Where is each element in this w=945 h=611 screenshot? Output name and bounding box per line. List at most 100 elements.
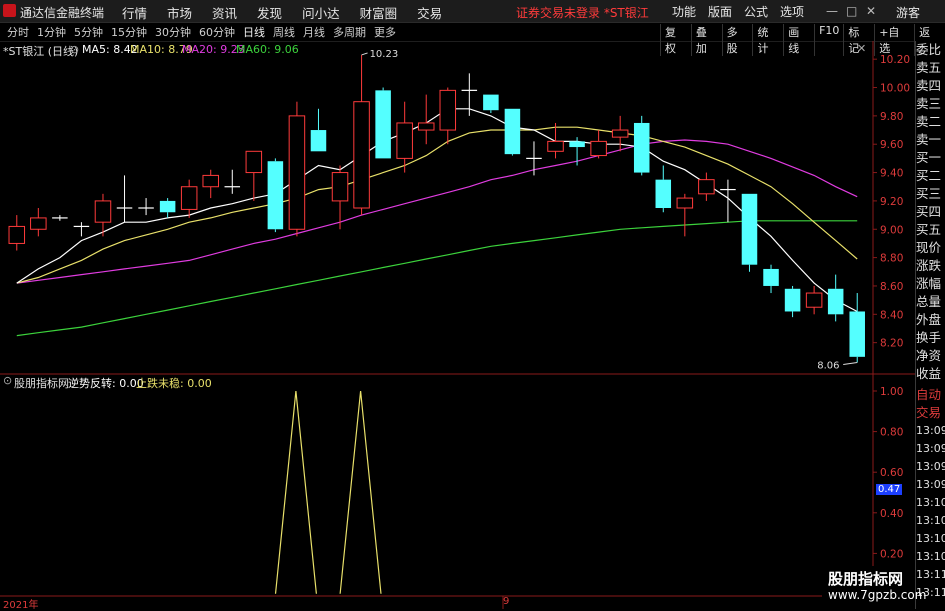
period-monthly[interactable]: 月线 <box>299 24 329 40</box>
period-5min[interactable]: 5分钟 <box>70 24 107 40</box>
indicator-spike <box>274 390 317 595</box>
quote-panel-item[interactable]: 卖四 <box>916 77 945 95</box>
menu-item-layout[interactable]: 版面 <box>702 3 738 20</box>
candle-up <box>805 292 823 308</box>
close-icon[interactable]: ✕ <box>866 4 876 18</box>
main-menu: 行情 市场 资讯 发现 问小达 财富圈 交易 <box>112 3 452 22</box>
candle-up <box>288 115 306 230</box>
quote-panel-item[interactable]: 涨幅 <box>916 275 945 293</box>
right-menu: 功能 版面 公式 选项 <box>666 3 810 20</box>
quote-panel-item[interactable]: 13:10 <box>916 512 945 530</box>
candle-up <box>30 217 47 230</box>
low-price-label: 8.06 <box>817 360 839 371</box>
sub-y-tick-label: 0.60 <box>880 467 903 479</box>
quote-panel-item[interactable]: 13:09 <box>916 476 945 494</box>
candle-down <box>267 161 284 230</box>
quote-panel-item[interactable]: 买二 <box>916 167 945 185</box>
high-price-label: 10.23 <box>370 49 399 60</box>
candle-down <box>159 200 176 213</box>
maximize-icon[interactable]: □ <box>846 4 857 18</box>
quote-panel-item[interactable]: 卖三 <box>916 95 945 113</box>
quote-panel-item[interactable]: 13:10 <box>916 548 945 566</box>
quote-panel-item[interactable]: 现价 <box>916 239 945 257</box>
y-tick-label: 9.00 <box>880 224 903 236</box>
candle-down <box>741 193 758 265</box>
y-tick-label: 8.40 <box>880 309 903 321</box>
quote-panel-item[interactable]: 外盘 <box>916 311 945 329</box>
ma60-line <box>16 220 858 337</box>
period-weekly[interactable]: 周线 <box>269 24 299 40</box>
y-tick-label: 10.00 <box>880 83 910 95</box>
quote-panel-item[interactable]: 买三 <box>916 185 945 203</box>
quote-panel-item[interactable]: 卖一 <box>916 131 945 149</box>
y-tick-label: 9.60 <box>880 139 903 151</box>
quote-panel-item[interactable]: 13:10 <box>916 494 945 512</box>
candle-up <box>611 129 629 138</box>
y-tick-label: 8.80 <box>880 253 903 265</box>
candle-up <box>417 122 435 131</box>
candle-up <box>676 197 694 209</box>
quote-panel-item[interactable]: 收益 <box>916 365 945 383</box>
quote-panel-item[interactable]: 交易 <box>916 404 945 422</box>
minimize-icon[interactable]: — <box>826 4 838 18</box>
period-15min[interactable]: 15分钟 <box>107 24 151 40</box>
quote-panel-item[interactable]: 卖二 <box>916 113 945 131</box>
title-bar: 通达信金融终端 行情 市场 资讯 发现 问小达 财富圈 交易 证券交易未登录 *… <box>0 0 945 23</box>
quote-panel-item[interactable]: 13:10 <box>916 530 945 548</box>
menu-item-ask[interactable]: 问小达 <box>292 3 350 22</box>
ma5-line <box>16 108 858 313</box>
quote-panel-item[interactable]: 卖五 <box>916 59 945 77</box>
candle-down <box>633 122 650 173</box>
menu-item-wealth-circle[interactable]: 财富圈 <box>350 3 408 22</box>
quote-panel-item[interactable]: 净资 <box>916 347 945 365</box>
period-toolbar: 分时 1分钟 5分钟 15分钟 30分钟 60分钟 日线 周线 月线 多周期 更… <box>0 23 945 56</box>
period-1min[interactable]: 1分钟 <box>33 24 70 40</box>
candle-up <box>698 179 715 195</box>
quote-panel-item[interactable]: 换手 <box>916 329 945 347</box>
quote-panel-item[interactable]: 13:09 <box>916 422 945 440</box>
menu-item-function[interactable]: 功能 <box>666 3 702 20</box>
menu-item-formula[interactable]: 公式 <box>738 3 774 20</box>
candle-down <box>827 288 844 315</box>
quote-panel-item[interactable]: 13:09 <box>916 440 945 458</box>
y-tick-label: 9.40 <box>880 168 903 180</box>
y-tick-label: 9.20 <box>880 196 903 208</box>
quote-panel-item[interactable]: 买五 <box>916 221 945 239</box>
candle-up <box>245 150 263 174</box>
quote-panel-item[interactable]: 委比 <box>916 41 945 59</box>
menu-item-discover[interactable]: 发现 <box>247 3 292 22</box>
candle-down <box>310 130 327 152</box>
indicator-spike <box>339 390 382 595</box>
candle-up <box>547 140 564 152</box>
quote-panel-item[interactable]: 自动 <box>916 386 945 404</box>
menu-item-trade[interactable]: 交易 <box>407 3 452 22</box>
candle-down <box>784 288 801 312</box>
menu-item-news[interactable]: 资讯 <box>202 3 247 22</box>
menu-item-market[interactable]: 市场 <box>157 3 202 22</box>
sub-y-tick-label: 1.00 <box>880 386 903 398</box>
quote-panel-item[interactable]: 买一 <box>916 149 945 167</box>
period-daily[interactable]: 日线 <box>239 24 269 40</box>
quote-panel-item[interactable]: 13:09 <box>916 458 945 476</box>
period-more[interactable]: 更多 <box>370 24 400 40</box>
period-intraday[interactable]: 分时 <box>3 24 33 40</box>
candle-up <box>8 225 26 244</box>
period-30min[interactable]: 30分钟 <box>151 24 195 40</box>
quote-panel-item[interactable]: 13:11 <box>916 566 945 584</box>
period-multi[interactable]: 多周期 <box>329 24 370 40</box>
cursor-value-badge: 0.47 <box>876 484 903 495</box>
guest-label[interactable]: 游客 <box>896 4 920 21</box>
menu-item-market-quotes[interactable]: 行情 <box>112 3 157 22</box>
quote-panel-item[interactable]: 总量 <box>916 293 945 311</box>
high-marker-line <box>361 52 368 56</box>
y-tick-label: 10.20 <box>880 54 910 66</box>
menu-item-options[interactable]: 选项 <box>774 3 810 20</box>
period-60min[interactable]: 60分钟 <box>195 24 239 40</box>
candle-up <box>94 200 112 223</box>
x-axis-mid: 9 <box>503 596 510 607</box>
kline-chart[interactable]: 10.20 10.00 9.80 9.60 9.40 9.20 9.00 8.80 8.60 8.… <box>0 41 915 609</box>
candle-up <box>439 89 457 131</box>
quote-panel-item[interactable]: 涨跌 <box>916 257 945 275</box>
candle-up <box>180 186 198 210</box>
quote-panel-item[interactable]: 买四 <box>916 203 945 221</box>
